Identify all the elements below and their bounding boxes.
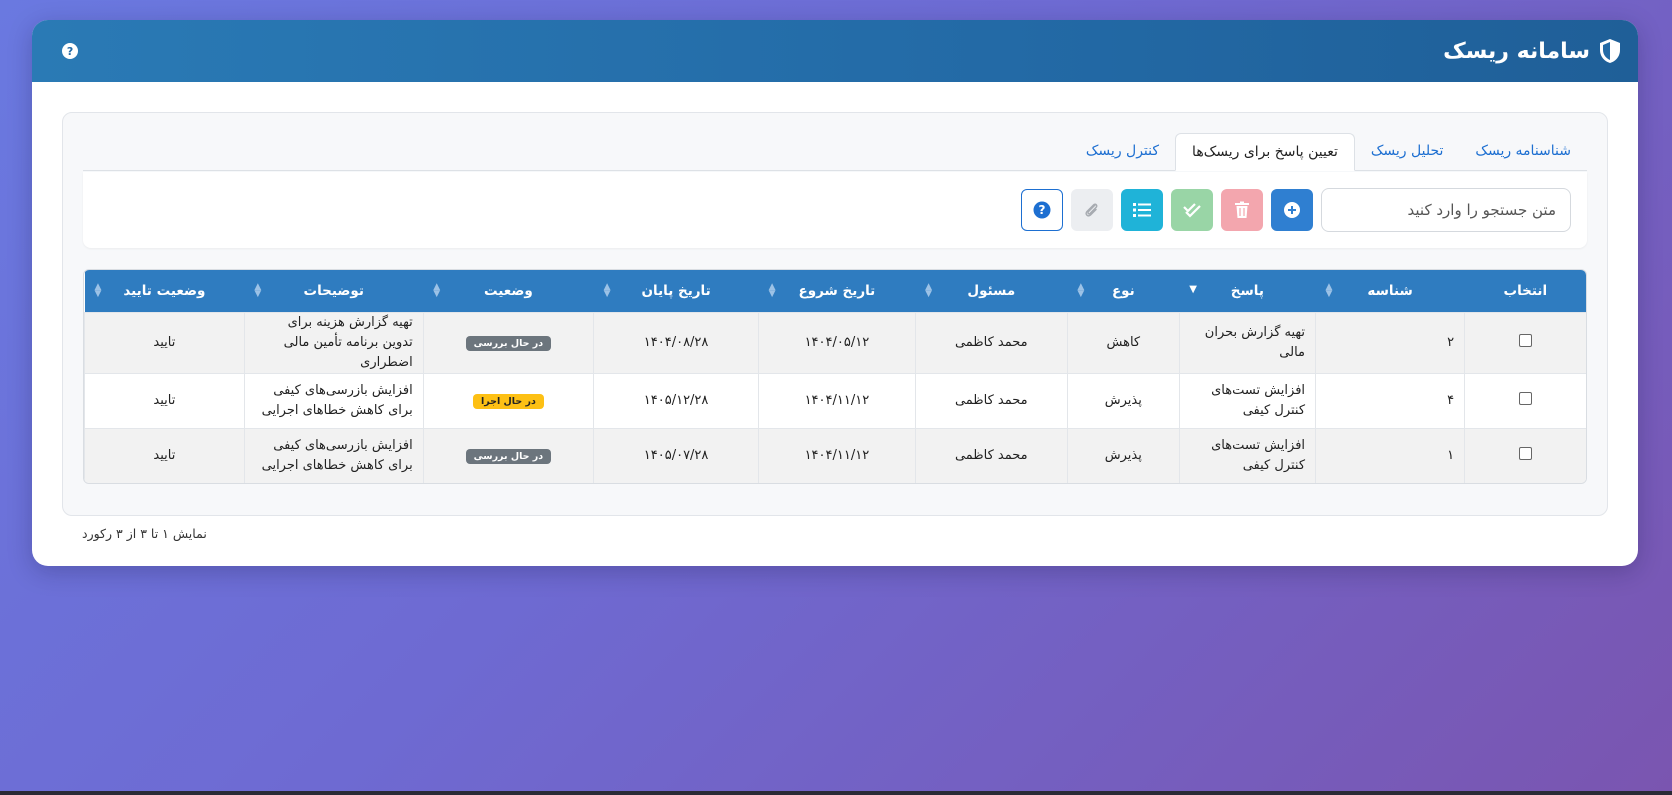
tab-risk-control[interactable]: کنترل ریسک [1070, 132, 1175, 170]
col-type[interactable]: نوع ▲ ▼ [1067, 270, 1180, 312]
col-response[interactable]: پاسخ ▼ [1179, 270, 1316, 312]
attach-button[interactable] [1071, 189, 1113, 231]
sort-desc-icon: ▼ [1189, 284, 1197, 295]
status-badge: در حال بررسی [465, 448, 552, 464]
add-button[interactable] [1271, 189, 1313, 231]
cell-response: تهیه گزارش بحران مالی [1178, 311, 1316, 373]
cell-approval: تایید [84, 372, 245, 428]
cell-status: در حال بررسی [422, 427, 594, 483]
col-end-date[interactable]: تاریخ پایان ▲ ▼ [593, 270, 759, 312]
cell-status: در حال اجرا [422, 372, 594, 428]
svg-text:?: ? [1039, 203, 1046, 217]
pagination-summary: نمایش ۱ تا ۳ از ۳ رکورد [82, 526, 207, 541]
cell-start-date: ۱۴۰۴/۱۱/۱۲ [758, 427, 916, 483]
cell-owner: محمد کاظمی [914, 372, 1068, 428]
sort-icon: ▲ ▼ [1077, 282, 1085, 299]
cell-start-date: ۱۴۰۴/۰۵/۱۲ [758, 311, 916, 373]
sort-icon: ▲ ▼ [1325, 282, 1333, 299]
responses-table: انتخاب شناسه ▲ ▼ پاسخ ▼ نوع ▲ ▼ مسئول ▲ ▼ تاریخ… [83, 269, 1587, 484]
cell-id: ۲ [1315, 311, 1465, 373]
sort-icon: ▲ ▼ [768, 282, 776, 299]
cell-response: افزایش تست‌های کنترل کیفی [1178, 427, 1316, 483]
cell-type: کاهش [1066, 311, 1180, 373]
app-card: سامانه ریسک ? شناسنامه ریسک تحلیل ریسک ت… [32, 20, 1638, 566]
sort-icon: ▲ ▼ [94, 282, 102, 299]
search-input[interactable] [1321, 188, 1571, 232]
sort-icon: ▲ ▼ [925, 282, 933, 299]
col-id[interactable]: شناسه ▲ ▼ [1315, 270, 1465, 312]
row-checkbox[interactable] [1519, 392, 1533, 405]
status-badge: در حال اجرا [472, 393, 544, 409]
row-checkbox[interactable] [1519, 447, 1533, 461]
tab-risk-response[interactable]: تعیین پاسخ برای ریسک‌ها [1175, 133, 1355, 171]
approve-button[interactable] [1171, 189, 1213, 231]
status-badge: در حال بررسی [465, 335, 552, 351]
delete-button[interactable] [1221, 189, 1263, 231]
tab-risk-analysis[interactable]: تحلیل ریسک [1355, 132, 1460, 170]
cell-type: پذیرش [1066, 372, 1180, 428]
cell-response: افزایش تست‌های کنترل کیفی [1178, 372, 1316, 428]
toolbar: ? [83, 172, 1587, 248]
cell-approval: تایید [84, 427, 245, 483]
help-button[interactable]: ? [1021, 189, 1063, 231]
check-double-icon [1183, 203, 1201, 218]
question-circle-icon: ? [1033, 201, 1051, 219]
content-panel: شناسنامه ریسک تحلیل ریسک تعیین پاسخ برای… [62, 112, 1608, 516]
cell-id: ۴ [1315, 372, 1465, 428]
cell-end-date: ۱۴۰۴/۰۸/۲۸ [593, 311, 759, 373]
table-row[interactable]: ۴ افزایش تست‌های کنترل کیفی پذیرش محمد ک… [84, 372, 1586, 428]
trash-icon [1235, 201, 1249, 218]
cell-owner: محمد کاظمی [914, 311, 1068, 373]
col-approval[interactable]: وضعیت تایید ▲ ▼ [84, 270, 245, 312]
cell-end-date: ۱۴۰۵/۰۷/۲۸ [593, 427, 759, 483]
taskbar-strip [0, 791, 1672, 795]
sort-icon: ▲ ▼ [603, 282, 611, 299]
sort-icon: ▲ ▼ [254, 282, 262, 299]
sort-icon: ▲ ▼ [433, 282, 441, 299]
cell-owner: محمد کاظمی [914, 427, 1068, 483]
cell-end-date: ۱۴۰۵/۱۲/۲۸ [593, 372, 759, 428]
brand: سامانه ریسک [1443, 38, 1622, 64]
col-owner[interactable]: مسئول ▲ ▼ [915, 270, 1068, 312]
help-icon[interactable]: ? [62, 43, 78, 59]
cell-description: افزایش بازرسی‌های کیفی برای کاهش خطاهای … [243, 372, 424, 428]
list-button[interactable] [1121, 189, 1163, 231]
col-description[interactable]: توضیحات ▲ ▼ [244, 270, 424, 312]
col-start-date[interactable]: تاریخ شروع ▲ ▼ [758, 270, 916, 312]
cell-start-date: ۱۴۰۴/۱۱/۱۲ [758, 372, 916, 428]
cell-description: تهیه گزارش هزینه برای تدوین برنامه تأمین… [243, 311, 424, 373]
cell-id: ۱ [1315, 427, 1465, 483]
shield-icon [1600, 39, 1620, 63]
tab-bar: شناسنامه ریسک تحلیل ریسک تعیین پاسخ برای… [83, 133, 1587, 171]
row-checkbox[interactable] [1519, 334, 1533, 347]
col-status[interactable]: وضعیت ▲ ▼ [423, 270, 594, 312]
cell-approval: تایید [84, 311, 245, 373]
cell-status: در حال بررسی [422, 311, 594, 373]
cell-description: افزایش بازرسی‌های کیفی برای کاهش خطاهای … [243, 427, 424, 483]
tab-risk-profile[interactable]: شناسنامه ریسک [1459, 132, 1587, 170]
app-title: سامانه ریسک [1443, 38, 1590, 64]
cell-type: پذیرش [1066, 427, 1180, 483]
list-icon [1133, 203, 1151, 217]
app-header: سامانه ریسک ? [32, 20, 1638, 82]
table-header-row: انتخاب شناسه ▲ ▼ پاسخ ▼ نوع ▲ ▼ مسئول ▲ ▼ تاریخ… [84, 270, 1586, 312]
table-row[interactable]: ۱ افزایش تست‌های کنترل کیفی پذیرش محمد ک… [84, 427, 1586, 483]
col-select[interactable]: انتخاب [1464, 270, 1586, 312]
plus-circle-icon [1284, 202, 1300, 218]
paperclip-icon [1085, 203, 1098, 217]
table-row[interactable]: ۲ تهیه گزارش بحران مالی کاهش محمد کاظمی … [84, 311, 1586, 373]
